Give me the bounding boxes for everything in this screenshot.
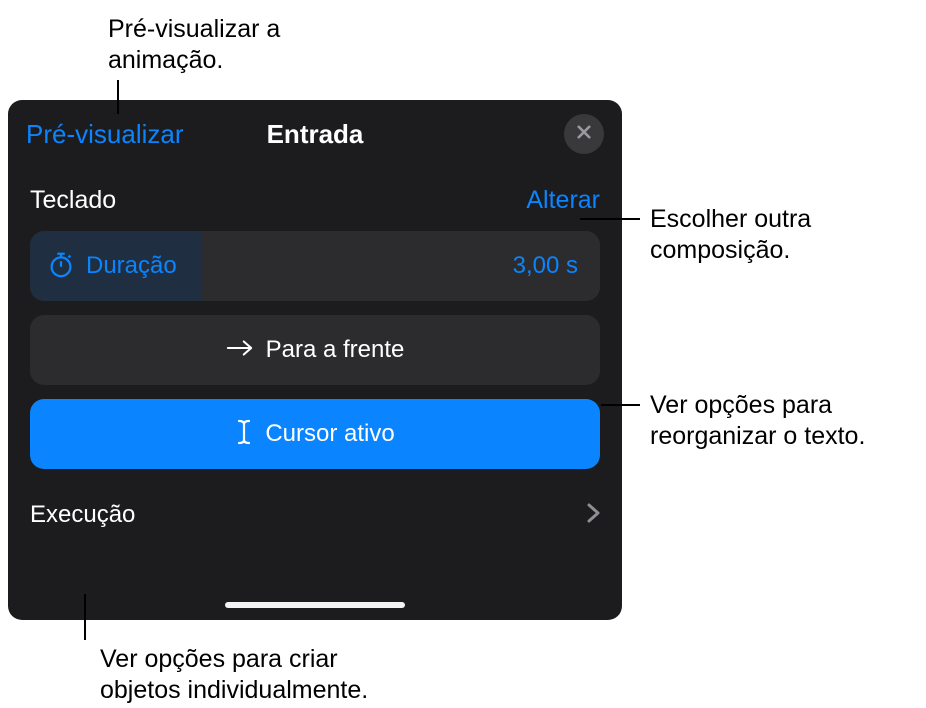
cursor-row[interactable]: Cursor ativo	[30, 399, 600, 469]
callout-preview: Pré-visualizar a animação.	[108, 14, 280, 77]
duration-label: Duração	[86, 252, 177, 280]
callout-alter: Escolher outra composição.	[650, 204, 900, 267]
close-icon	[575, 123, 593, 146]
animation-panel: Pré-visualizar Entrada Teclado Alterar	[8, 100, 622, 620]
callout-line	[580, 218, 640, 220]
section-label: Teclado	[30, 186, 116, 215]
duration-value: 3,00 s	[513, 252, 578, 280]
panel-header: Pré-visualizar Entrada	[8, 100, 622, 164]
direction-row[interactable]: Para a frente	[30, 315, 600, 385]
direction-label: Para a frente	[266, 336, 405, 364]
delivery-label: Execução	[30, 501, 135, 529]
close-button[interactable]	[564, 114, 604, 154]
panel-title: Entrada	[267, 119, 364, 150]
callout-line	[601, 404, 640, 406]
callout-line	[84, 594, 86, 640]
build-section: Teclado Alterar Duração 3,00 s	[8, 164, 622, 469]
arrow-right-icon	[226, 338, 254, 363]
text-cursor-icon	[235, 419, 253, 450]
callout-direction: Ver opções para reorganizar o texto.	[650, 390, 910, 453]
change-button[interactable]: Alterar	[526, 186, 600, 215]
stopwatch-icon	[46, 249, 76, 284]
callout-line	[117, 80, 119, 114]
chevron-right-icon	[587, 503, 600, 528]
duration-fill: Duração	[30, 231, 202, 301]
callout-exec: Ver opções para criar objetos individual…	[100, 644, 420, 707]
home-grabber[interactable]	[225, 602, 405, 608]
delivery-row[interactable]: Execução	[8, 483, 622, 537]
section-header: Teclado Alterar	[30, 186, 600, 215]
preview-button[interactable]: Pré-visualizar	[26, 119, 184, 150]
duration-row[interactable]: Duração 3,00 s	[30, 231, 600, 301]
cursor-label: Cursor ativo	[265, 420, 394, 448]
